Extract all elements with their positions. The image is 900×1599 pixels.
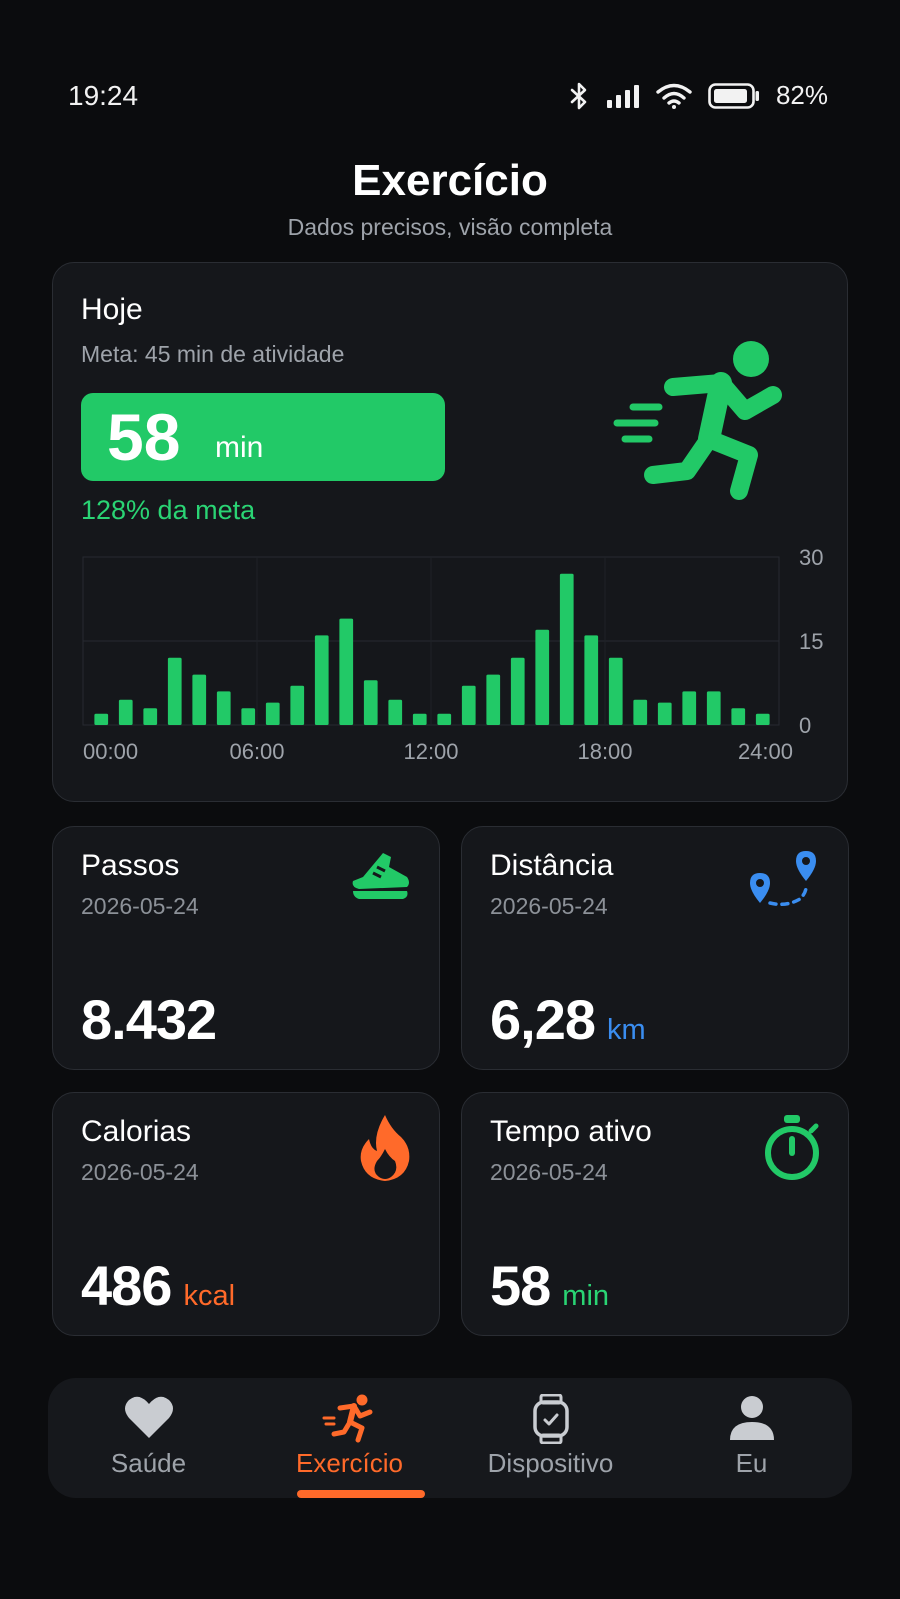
chart-bar xyxy=(314,635,329,725)
signal-icon xyxy=(606,84,639,108)
chart-bar xyxy=(94,713,109,725)
chart-bar xyxy=(657,702,672,725)
chart-bar xyxy=(241,708,256,725)
watch-icon xyxy=(532,1394,569,1444)
chart-bar xyxy=(731,708,746,725)
user-icon xyxy=(729,1396,774,1440)
page-title: Exercício xyxy=(352,156,548,205)
chart-bar xyxy=(216,691,231,725)
today-goal: Meta: 45 min de atividade xyxy=(81,341,345,367)
today-title: Hoje xyxy=(81,293,143,326)
stat-unit: kcal xyxy=(183,1280,236,1312)
steps-card[interactable]: Passos 2026-05-24 8.432 xyxy=(52,826,440,1070)
running-icon xyxy=(613,341,782,500)
chart-bar xyxy=(290,685,305,725)
battery-percent: 82% xyxy=(775,80,828,110)
heart-icon xyxy=(124,1396,173,1438)
nav-label: Eu xyxy=(735,1448,768,1478)
status-icons: 82% xyxy=(568,80,828,111)
stat-value-row: 486 kcal xyxy=(81,1253,235,1318)
chart-bar xyxy=(510,657,525,725)
chart-bar xyxy=(608,657,623,725)
distance-card[interactable]: Distância 2026-05-24 6,28 km xyxy=(461,826,849,1070)
today-value-pill: 58 min xyxy=(81,393,445,481)
chart-x-tick-label: 06:00 xyxy=(229,739,284,764)
today-card[interactable]: Hoje Meta: 45 min de atividade 58 min 12… xyxy=(52,262,848,802)
sneaker-icon xyxy=(352,853,409,899)
chart-y-tick-label: 0 xyxy=(799,713,811,738)
chart-x-tick-label: 24:00 xyxy=(738,739,793,764)
stat-value-row: 6,28 km xyxy=(490,987,646,1052)
nav-item-device[interactable]: Dispositivo xyxy=(450,1378,651,1498)
stat-date: 2026-05-24 xyxy=(490,893,608,919)
stat-value: 58 xyxy=(490,1254,551,1317)
battery-icon xyxy=(708,82,759,109)
today-unit: min xyxy=(215,431,264,464)
nav-item-me[interactable]: Eu xyxy=(651,1378,852,1498)
nav-label: Dispositivo xyxy=(487,1448,614,1478)
chart-bar xyxy=(167,657,182,725)
stat-title: Calorias xyxy=(81,1115,192,1148)
chart-bar xyxy=(559,573,574,725)
chart-bar xyxy=(339,618,354,725)
chart-bar xyxy=(118,699,133,725)
stat-title: Tempo ativo xyxy=(490,1115,652,1148)
chart-bar xyxy=(265,702,280,725)
today-percent: 128% da meta xyxy=(81,495,256,525)
bottom-nav: Saúde Exercício Dispositivo Eu xyxy=(48,1378,852,1498)
chart-bar xyxy=(388,699,403,725)
chart-bar xyxy=(633,699,648,725)
stat-date: 2026-05-24 xyxy=(81,893,199,919)
chart-bar xyxy=(363,680,378,725)
nav-item-health[interactable]: Saúde xyxy=(48,1378,249,1498)
chart-bar xyxy=(535,629,550,725)
stat-value: 6,28 xyxy=(490,988,596,1051)
stat-value-row: 58 min xyxy=(490,1253,609,1318)
stopwatch-icon xyxy=(765,1115,819,1180)
chart-x-tick-label: 00:00 xyxy=(83,739,138,764)
chart-x-tick-label: 18:00 xyxy=(577,739,632,764)
activity-chart-svg: 30 15 0 00:00 06:00 12:00 18:00 24:00 xyxy=(82,549,823,764)
stat-value: 8.432 xyxy=(81,988,217,1051)
activity-chart: 30 15 0 00:00 06:00 12:00 18:00 24:00 xyxy=(53,549,849,803)
wifi-icon xyxy=(656,83,692,109)
chart-bar xyxy=(755,713,770,725)
route-pins-icon xyxy=(750,851,816,907)
stat-date: 2026-05-24 xyxy=(81,1159,199,1185)
stat-unit: min xyxy=(562,1280,610,1312)
nav-item-exercise[interactable]: Exercício xyxy=(249,1378,450,1498)
chart-y-tick-label: 30 xyxy=(799,549,823,570)
active-time-card[interactable]: Tempo ativo 2026-05-24 58 min xyxy=(461,1092,849,1336)
stat-value: 486 xyxy=(81,1254,172,1317)
running-icon xyxy=(322,1394,372,1443)
nav-label: Exercício xyxy=(296,1448,403,1478)
chart-bar xyxy=(143,708,158,725)
stat-value-row: 8.432 xyxy=(81,987,217,1052)
status-time: 19:24 xyxy=(68,80,139,111)
stat-unit: km xyxy=(607,1014,646,1046)
stat-date: 2026-05-24 xyxy=(490,1159,608,1185)
chart-bar xyxy=(706,691,721,725)
chart-bar xyxy=(584,635,599,725)
nav-label: Saúde xyxy=(110,1448,187,1478)
today-value: 58 xyxy=(107,400,181,474)
chart-bar xyxy=(682,691,697,725)
chart-y-tick-label: 15 xyxy=(799,629,823,654)
chart-bar xyxy=(192,674,207,725)
chart-x-tick-label: 12:00 xyxy=(403,739,458,764)
page-subtitle: Dados precisos, visão completa xyxy=(287,214,613,240)
bluetooth-icon xyxy=(570,82,587,109)
stat-title: Passos xyxy=(81,849,180,882)
flame-icon xyxy=(360,1115,410,1181)
chart-bar xyxy=(412,713,427,725)
calories-card[interactable]: Calorias 2026-05-24 486 kcal xyxy=(52,1092,440,1336)
nav-active-indicator xyxy=(297,1490,425,1498)
chart-bar xyxy=(437,713,452,725)
stat-title: Distância xyxy=(490,849,614,882)
chart-bar xyxy=(486,674,501,725)
chart-bar xyxy=(461,685,476,725)
